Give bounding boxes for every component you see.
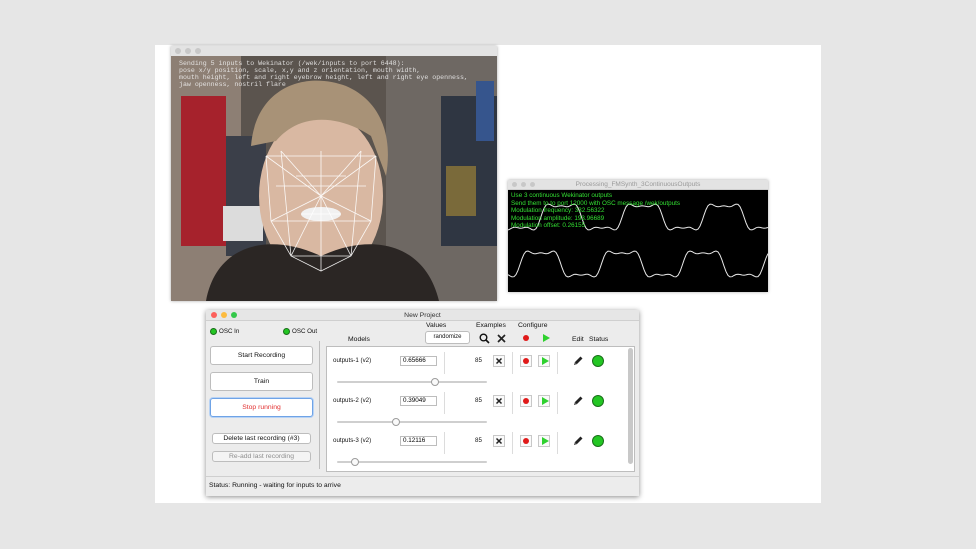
overlay-line: mouth height, left and right eyebrow hei…: [179, 74, 468, 81]
status-text: Running - waiting for inputs to arrive: [232, 482, 341, 489]
close-icon: [495, 357, 503, 365]
model-examples-count: 85: [475, 437, 482, 444]
play-icon: [542, 437, 549, 445]
face-tracker-info-text: Sending 5 inputs to Wekinator (/wek/inpu…: [179, 60, 468, 88]
row-divider: [444, 432, 445, 454]
model-value-field[interactable]: 0.39049: [400, 396, 437, 406]
panel-divider: [319, 341, 320, 469]
window-titlebar: New Project: [206, 310, 639, 321]
status-label: Status:: [209, 482, 231, 489]
row-divider: [512, 392, 513, 414]
close-window-icon[interactable]: [175, 48, 181, 54]
model-name: outputs-1 (v2): [333, 357, 372, 364]
overlay-line: Sending 5 inputs to Wekinator (/wek/inpu…: [179, 60, 405, 67]
model-slider-track: [337, 381, 487, 383]
models-header: Models: [348, 336, 370, 343]
delete-last-recording-button[interactable]: Delete last recording (#3): [212, 433, 311, 444]
delete-all-icon[interactable]: [497, 334, 506, 343]
close-icon: [495, 437, 503, 445]
configure-header: Configure: [518, 322, 548, 329]
delete-examples-button[interactable]: [493, 395, 505, 407]
synth-info-line: Modulation amplitude: 193.96689: [511, 214, 605, 222]
model-slider-track: [337, 461, 487, 463]
status-header: Status: [589, 336, 609, 343]
model-slider-thumb[interactable]: [391, 418, 400, 426]
delete-examples-button[interactable]: [493, 435, 505, 447]
run-all-icon[interactable]: [543, 334, 550, 342]
run-toggle-button[interactable]: [538, 355, 550, 367]
model-status-icon: [592, 435, 604, 447]
synth-info-text: Use 3 continuous Wekinator outputs Send …: [511, 192, 680, 230]
synth-info-line: Send them to to port 12000 with OSC mess…: [511, 199, 681, 207]
row-divider: [557, 352, 558, 374]
window-title: Processing_FMSynth_3ContinuousOutputs: [575, 181, 701, 188]
play-icon: [542, 357, 549, 365]
delete-examples-button[interactable]: [493, 355, 505, 367]
fm-synth-window: Processing_FMSynth_3ContinuousOutputs Us…: [508, 180, 768, 292]
status-bar: Status: Running - waiting for inputs to …: [206, 476, 639, 494]
run-toggle-button[interactable]: [538, 435, 550, 447]
row-divider: [512, 352, 513, 374]
train-button[interactable]: Train: [210, 372, 313, 391]
edit-pencil-icon[interactable]: [572, 355, 584, 367]
play-icon: [542, 397, 549, 405]
synth-info-line: Modulation offset: 0.26155: [511, 222, 586, 229]
osc-out-status-icon: [283, 328, 290, 335]
synth-info-line: Use 3 continuous Wekinator outputs: [511, 192, 613, 199]
waveform-lower: [508, 250, 768, 278]
row-divider: [557, 432, 558, 454]
randomize-button[interactable]: randomize: [425, 331, 470, 344]
search-icon[interactable]: [479, 333, 490, 344]
model-status-icon: [592, 355, 604, 367]
record-icon: [523, 398, 529, 404]
row-divider: [512, 432, 513, 454]
record-icon: [523, 358, 529, 364]
row-divider: [444, 392, 445, 414]
model-value-field[interactable]: 0.12116: [400, 436, 437, 446]
edit-header: Edit: [572, 336, 584, 343]
osc-in-label: OSC In: [219, 328, 240, 335]
model-name: outputs-3 (v2): [333, 437, 372, 444]
run-toggle-button[interactable]: [538, 395, 550, 407]
models-panel: [326, 346, 635, 472]
webcam-feed: [171, 56, 497, 301]
stop-running-button[interactable]: Stop running: [210, 398, 313, 417]
examples-header: Examples: [476, 322, 506, 329]
face-tracker-window: Sending 5 inputs to Wekinator (/wek/inpu…: [171, 46, 497, 301]
edit-pencil-icon[interactable]: [572, 435, 584, 447]
overlay-line: pose x/y position, scale, x,y and z orie…: [179, 67, 421, 74]
record-icon: [523, 438, 529, 444]
model-examples-count: 85: [475, 397, 482, 404]
readd-last-recording-button[interactable]: Re-add last recording: [212, 451, 311, 462]
model-value-field[interactable]: 0.65666: [400, 356, 437, 366]
model-status-icon: [592, 395, 604, 407]
scrollbar[interactable]: [628, 348, 633, 464]
values-header: Values: [426, 322, 447, 329]
close-icon: [495, 397, 503, 405]
record-toggle-button[interactable]: [520, 395, 532, 407]
minimize-window-icon[interactable]: [185, 48, 191, 54]
row-divider: [444, 352, 445, 374]
model-examples-count: 85: [475, 357, 482, 364]
record-all-icon[interactable]: [523, 335, 529, 341]
overlay-line: jaw openness, nostril flare: [179, 81, 286, 88]
osc-out-label: OSC Out: [292, 328, 318, 335]
osc-in-status-icon: [210, 328, 217, 335]
model-name: outputs-2 (v2): [333, 397, 372, 404]
row-divider: [557, 392, 558, 414]
model-slider-track: [337, 421, 487, 423]
synth-info-line: Modulation frequency: 332.56322: [511, 207, 605, 214]
window-title: New Project: [404, 312, 441, 319]
record-toggle-button[interactable]: [520, 435, 532, 447]
zoom-window-icon[interactable]: [195, 48, 201, 54]
record-toggle-button[interactable]: [520, 355, 532, 367]
start-recording-button[interactable]: Start Recording: [210, 346, 313, 365]
edit-pencil-icon[interactable]: [572, 395, 584, 407]
